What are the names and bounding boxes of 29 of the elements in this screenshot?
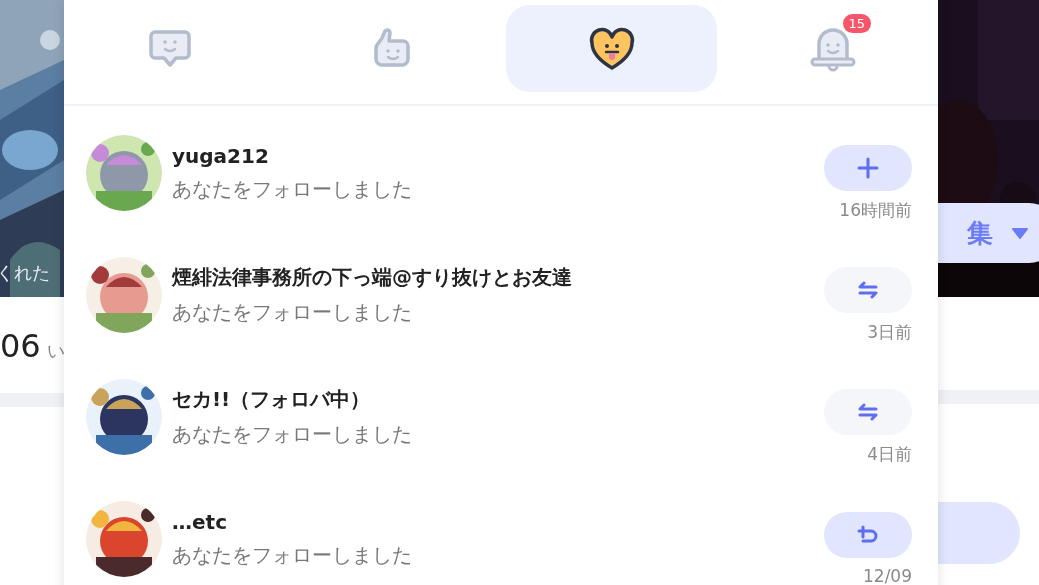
notification-message: あなたをフォローしました <box>172 421 413 448</box>
timestamp: 16時間前 <box>839 198 912 222</box>
user-name: yuga212 <box>172 143 270 168</box>
unit-text: い <box>46 339 64 363</box>
user-name: …etc <box>172 509 228 534</box>
timestamp: 4日前 <box>867 442 912 466</box>
heart-icon <box>587 25 636 72</box>
follow-button[interactable] <box>824 388 912 435</box>
notification-message: あなたをフォローしました <box>172 175 413 203</box>
notification-tab[interactable] <box>506 5 717 92</box>
unread-count: 15 <box>842 14 872 33</box>
timestamp: 12/09 <box>863 566 912 585</box>
follow-button[interactable] <box>824 266 912 313</box>
swap-arrows-icon <box>858 402 878 421</box>
user-name: 煙緋法律事務所の下っ端@すり抜けとお友達 <box>172 264 573 291</box>
swap-arrows-icon <box>858 280 878 299</box>
count-text: 06 <box>0 327 41 365</box>
follow-button[interactable] <box>824 144 912 191</box>
section-band <box>0 393 64 407</box>
timestamp: 3日前 <box>867 320 912 344</box>
caption-text: くれた <box>0 261 50 285</box>
plus-icon <box>857 156 879 179</box>
notification-message: あなたをフォローしました <box>172 541 413 569</box>
user-name: セカ!!（フォロバ中） <box>172 386 372 413</box>
notification-message: あなたをフォローしました <box>172 299 413 326</box>
return-arrow-icon <box>857 525 879 545</box>
notification-tab[interactable]: 15 <box>727 5 938 92</box>
edit-button[interactable]: 集 <box>938 203 1039 263</box>
follow-button[interactable] <box>824 512 912 558</box>
